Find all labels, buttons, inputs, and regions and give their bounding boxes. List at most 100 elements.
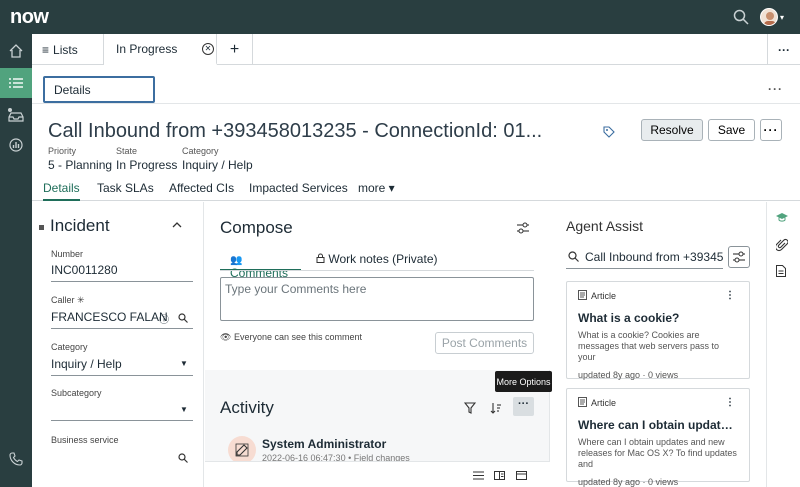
article-icon <box>578 290 587 302</box>
tab-work-notes-label: Work notes (Private) <box>328 252 438 266</box>
sub-header-more-button[interactable]: ··· <box>768 82 783 96</box>
caller-field[interactable]: FRANCESCO FALAN <box>51 310 193 329</box>
card-footer: updated 8y ago · 0 views <box>578 477 679 487</box>
article-card[interactable]: Article ⋮ What is a cookie? What is a co… <box>566 281 750 380</box>
dropdown-caret-icon[interactable]: ▼ <box>180 405 188 414</box>
eye-icon: 👁 <box>220 332 232 342</box>
activity-avatar <box>228 436 256 464</box>
add-tab-button[interactable]: + <box>217 34 253 65</box>
visibility-note: 👁 Everyone can see this comment <box>220 332 362 343</box>
incident-section-title: Incident <box>50 216 110 235</box>
article-card[interactable]: Article ⋮ Where can I obtain updates a..… <box>566 388 750 487</box>
caller-search-icon[interactable] <box>178 312 188 326</box>
left-nav <box>0 34 32 487</box>
tab-more-dropdown[interactable]: more ▾ <box>358 181 395 195</box>
save-button[interactable]: Save <box>708 119 755 141</box>
section-marker <box>39 225 44 230</box>
user-menu-caret-icon[interactable]: ▾ <box>780 13 784 22</box>
business-service-label: Business service <box>51 435 119 445</box>
business-service-search-icon[interactable] <box>178 452 188 466</box>
number-label: Number <box>51 249 84 259</box>
subcategory-select[interactable] <box>51 403 193 421</box>
compose-tabs-divider <box>220 270 534 271</box>
caller-label: Caller ✳ <box>51 295 85 305</box>
compose-title: Compose <box>220 218 293 237</box>
tab-impacted-services[interactable]: Impacted Services <box>249 181 348 195</box>
tab-work-notes[interactable]: Work notes (Private) <box>316 252 438 266</box>
agent-assist-search-input[interactable]: Call Inbound from +393458 <box>566 247 723 269</box>
collapse-chevron-icon[interactable] <box>172 218 182 232</box>
tab-details[interactable]: Details <box>43 181 80 201</box>
comment-textarea[interactable]: Type your Comments here <box>220 277 534 321</box>
visibility-text: Everyone can see this comment <box>233 332 363 342</box>
attachment-icon[interactable] <box>774 238 789 255</box>
card-more-button[interactable]: ⋮ <box>725 397 735 408</box>
split-view-icon[interactable] <box>494 469 505 483</box>
subcategory-label: Subcategory <box>51 388 102 398</box>
card-type-label: Article <box>591 291 617 301</box>
tag-icon[interactable] <box>603 126 615 141</box>
card-snippet: Where can I obtain updates and new relea… <box>578 437 737 469</box>
post-comments-button[interactable]: Post Comments <box>435 332 534 354</box>
tab-affected-cis[interactable]: Affected CIs <box>169 181 234 195</box>
agent-assist-filter-button[interactable] <box>728 246 750 268</box>
people-icon: 👥 <box>230 255 243 266</box>
window-view-icon[interactable] <box>516 469 527 483</box>
card-snippet: What is a cookie? Cookies are messages t… <box>578 330 720 362</box>
card-footer: updated 8y ago · 0 views <box>578 370 679 380</box>
tab-lists[interactable]: ≡ Lists <box>32 34 104 65</box>
list-nav-icon[interactable] <box>0 68 32 98</box>
activity-author: System Administrator <box>262 437 387 451</box>
analytics-icon[interactable] <box>0 130 32 160</box>
card-type-row: Article <box>578 397 738 409</box>
priority-value: 5 - Planning <box>48 158 113 172</box>
card-title[interactable]: What is a cookie? <box>578 311 738 325</box>
state-label: State <box>116 146 138 156</box>
activity-title: Activity <box>220 398 274 417</box>
phone-icon[interactable] <box>0 444 32 474</box>
activity-more-options-button[interactable]: ··· <box>513 397 534 416</box>
article-icon <box>578 397 587 409</box>
document-icon[interactable] <box>776 265 786 280</box>
info-icon[interactable]: ⓘ <box>159 311 169 326</box>
home-icon[interactable] <box>0 36 32 66</box>
global-search-icon[interactable] <box>733 9 749 25</box>
card-more-button[interactable]: ⋮ <box>725 290 735 301</box>
tab-task-slas[interactable]: Task SLAs <box>97 181 154 195</box>
agent-assist-title: Agent Assist <box>566 218 644 234</box>
list-view-icon[interactable] <box>473 469 484 483</box>
lock-icon <box>316 252 328 266</box>
tab-in-progress-label: In Progress <box>116 41 178 56</box>
number-field[interactable]: INC0011280 <box>51 263 193 282</box>
header-more-button[interactable]: ··· <box>760 119 782 141</box>
details-view-tab[interactable]: Details <box>43 76 155 103</box>
sort-icon[interactable] <box>490 402 502 417</box>
user-avatar[interactable] <box>760 8 778 26</box>
more-options-tooltip: More Options <box>495 371 552 392</box>
tab-comments[interactable]: 👥 Comments <box>220 252 301 280</box>
category-select[interactable]: Inquiry / Help <box>51 357 193 376</box>
record-title: Call Inbound from +393458013235 - Connec… <box>48 120 543 142</box>
workspace-tab-bar: ≡ Lists In Progress ✕ + ··· <box>32 34 800 65</box>
close-tab-icon[interactable]: ✕ <box>202 43 214 55</box>
activity-footer-toolbar <box>205 461 550 487</box>
inbox-icon[interactable] <box>0 100 32 130</box>
state-value: In Progress <box>116 158 178 172</box>
dropdown-caret-icon[interactable]: ▼ <box>180 359 188 368</box>
category-field-label: Category <box>51 342 88 352</box>
card-title[interactable]: Where can I obtain updates a... <box>578 418 738 432</box>
top-bar <box>0 0 800 34</box>
tab-bar-more-button[interactable]: ··· <box>767 34 800 65</box>
servicenow-logo[interactable]: now <box>10 6 49 29</box>
tab-in-progress[interactable]: In Progress ✕ <box>104 34 217 65</box>
list-icon: ≡ <box>42 42 50 57</box>
category-value: Inquiry / Help <box>182 158 253 172</box>
graduation-cap-icon[interactable] <box>776 212 788 226</box>
filter-icon[interactable] <box>463 402 477 417</box>
card-type-label: Article <box>591 398 617 408</box>
priority-label: Priority <box>48 146 77 156</box>
compose-settings-icon[interactable] <box>517 222 529 237</box>
caller-value: FRANCESCO FALAN <box>51 310 168 324</box>
category-label: Category <box>182 146 219 156</box>
resolve-button[interactable]: Resolve <box>641 119 703 141</box>
